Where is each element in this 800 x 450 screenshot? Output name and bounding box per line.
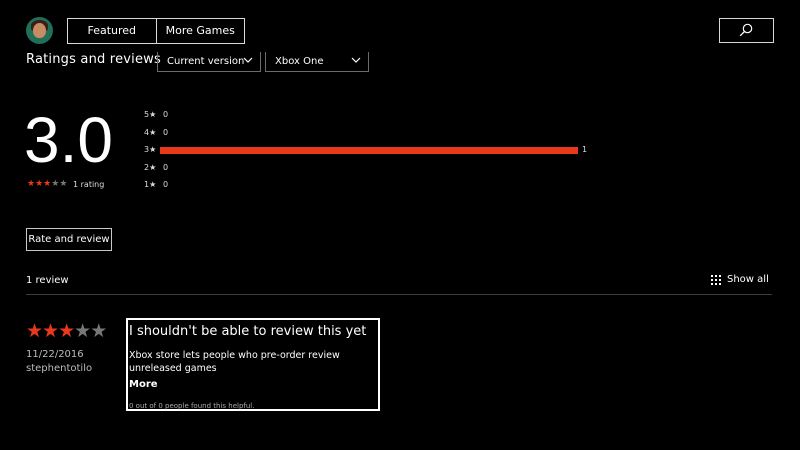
histogram-label: 5★ [144,110,157,119]
rate-and-review-button[interactable]: Rate and review [26,228,112,251]
average-stars: ★★★★★ [27,179,67,189]
star-empty-icon: ★ [59,179,68,189]
version-dropdown-label: Current version [167,56,245,67]
tab-more-games[interactable]: More Games [155,19,245,43]
review-body: Xbox store lets people who pre-order rev… [129,350,340,374]
version-dropdown[interactable]: Current version [157,52,261,72]
review-stars: ★★★★★ [26,320,107,342]
histogram-count: 1 [582,145,588,154]
histogram-count: 0 [163,127,169,137]
star-empty-icon: ★ [74,320,91,342]
review-author: stephentotilo [26,363,93,374]
review-helpful-text: 0 out of 0 people found this helpful. [129,402,255,410]
grid-icon [711,274,721,285]
review-date: 11/22/2016 [26,349,84,360]
top-nav: Featured More Games [67,18,245,44]
histogram-label: 3★ [144,145,157,154]
rating-count: 1 rating [73,180,105,189]
show-all-button[interactable]: Show all [711,274,769,285]
star-filled-icon: ★ [35,179,44,189]
show-all-label: Show all [727,274,769,285]
platform-dropdown[interactable]: Xbox One [265,52,369,72]
histogram-count: 0 [163,162,169,172]
histogram-count: 0 [163,180,169,189]
star-filled-icon: ★ [26,320,43,342]
avatar-face [33,23,46,38]
chevron-down-icon [243,57,253,63]
average-rating: 3.0 [24,104,113,176]
section-title: Ratings and reviews [26,52,161,67]
divider [26,294,772,295]
chevron-down-icon [351,57,361,63]
avatar[interactable] [26,17,53,44]
star-empty-icon: ★ [90,320,107,342]
star-filled-icon: ★ [27,179,36,189]
histogram-count: 0 [163,110,169,119]
tab-featured[interactable]: Featured [68,19,156,43]
star-filled-icon: ★ [58,320,75,342]
review-count: 1 review [26,275,69,286]
search-icon [739,23,753,37]
histogram-bar [160,147,578,154]
histogram-label: 1★ [144,180,157,189]
platform-dropdown-label: Xbox One [275,56,324,67]
histogram-label: 4★ [144,127,157,137]
histogram-label: 2★ [144,162,157,172]
search-button[interactable] [719,18,774,43]
review-more-link[interactable]: More [129,379,158,390]
review-title: I shouldn't be able to review this yet [129,324,367,339]
star-filled-icon: ★ [42,320,59,342]
